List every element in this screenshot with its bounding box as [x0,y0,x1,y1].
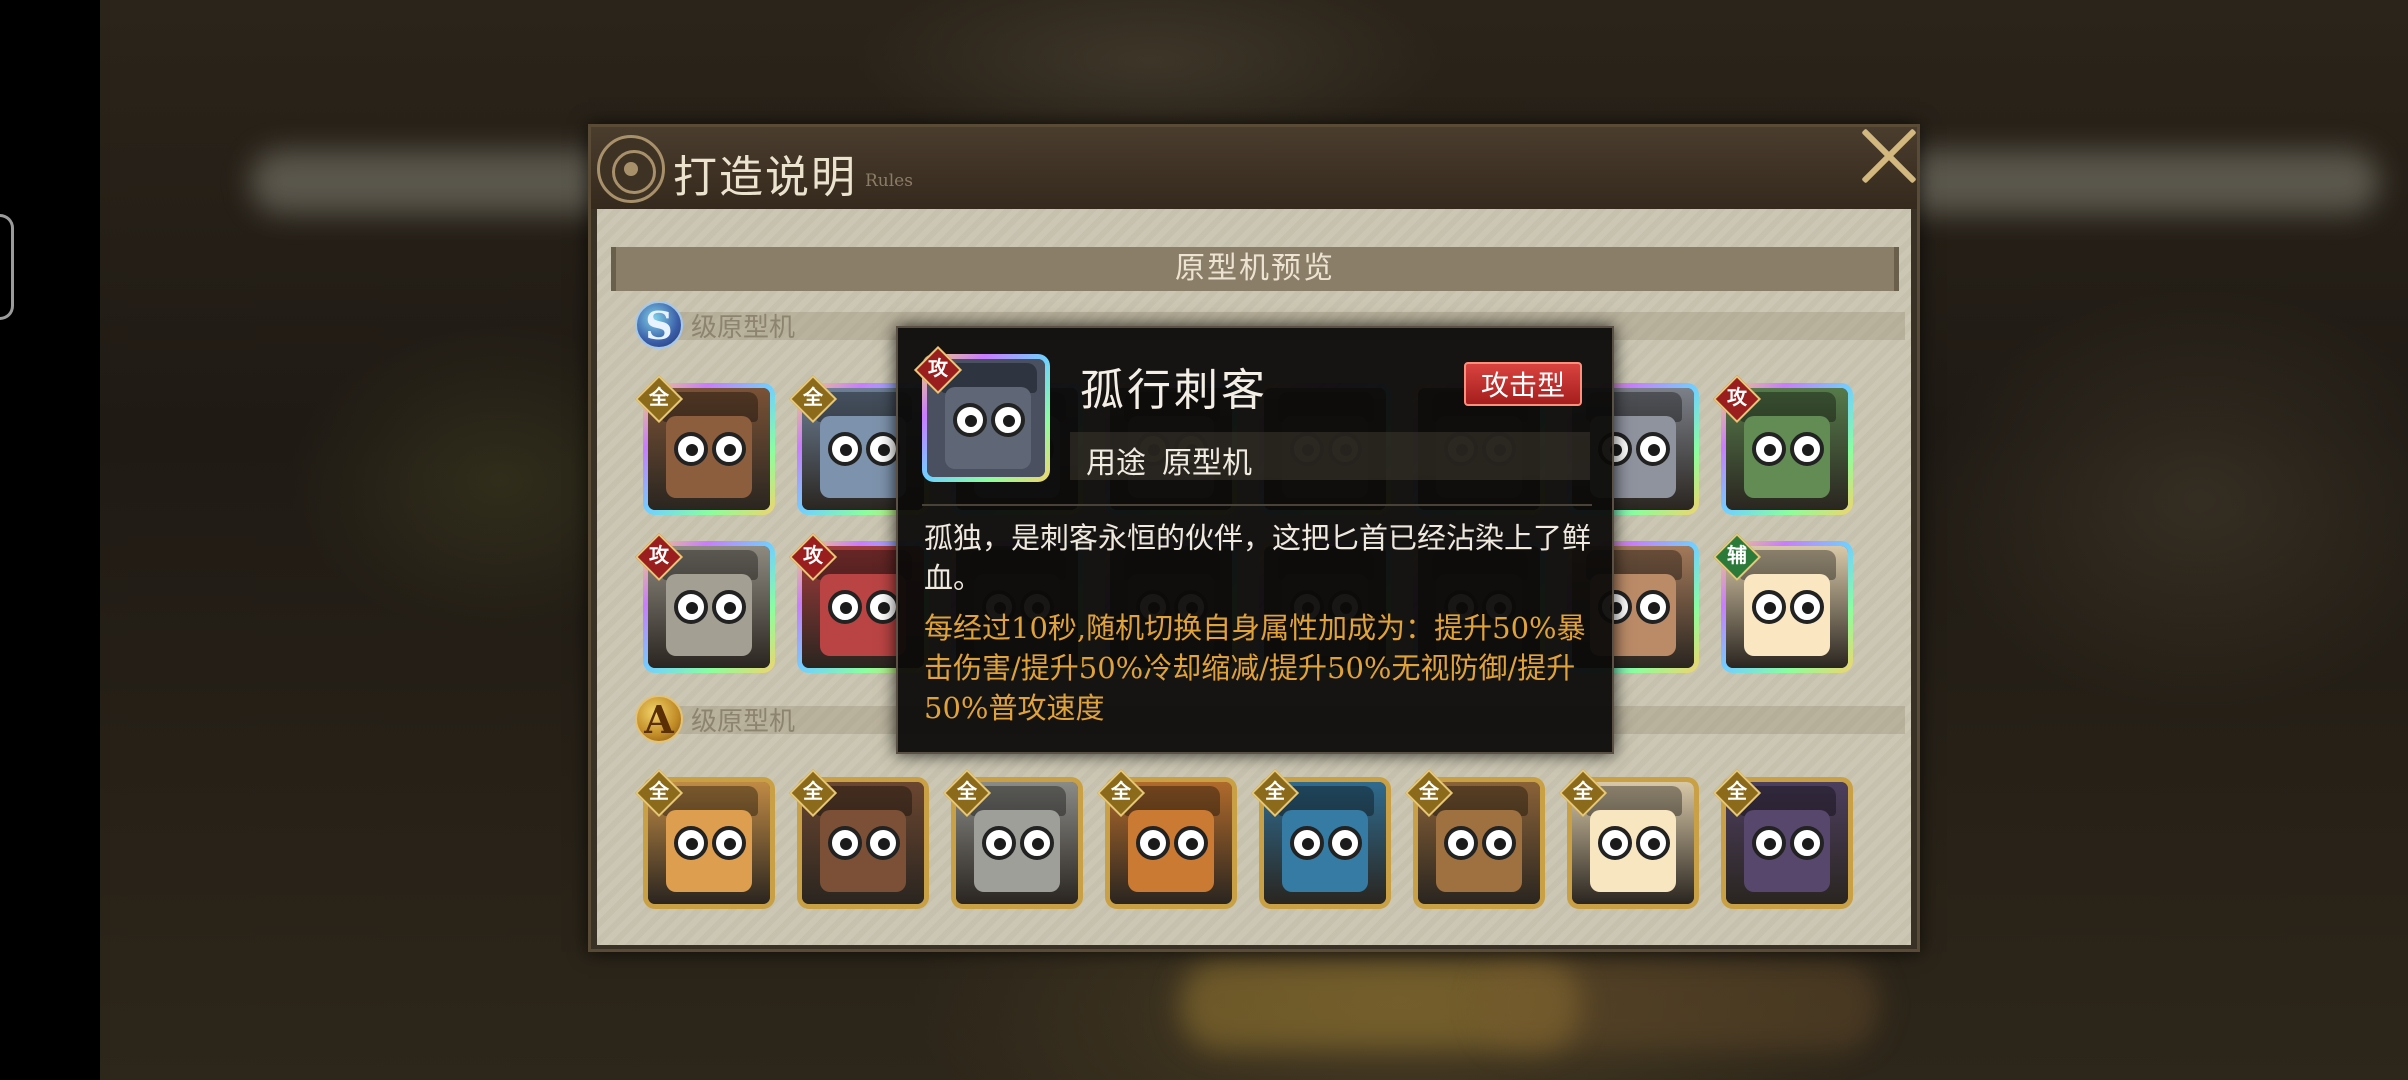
prototype-card[interactable]: 全 [942,768,1083,909]
section-title: 原型机预览 [1175,251,1335,286]
prototype-card[interactable]: 全 [1404,768,1545,909]
panel-title: 打造说明 [673,152,857,203]
card-tag-label: 全 [649,385,669,409]
grade-s-label: 级原型机 [691,313,796,343]
prototype-card[interactable]: 全 [1096,768,1237,909]
prototype-effect: 每经过10秒,随机切换自身属性加成为：提升50%暴击伤害/提升50%冷却缩减/提… [924,611,1586,725]
prototype-description: 孤独，是刺客永恒的伙伴，这把匕首已经沾染上了鲜血。 [924,521,1592,595]
grade-a-badge-icon: A [635,695,683,743]
card-tag-label: 全 [1573,779,1593,803]
divider [922,504,1592,506]
tooltip-tag-label: 攻 [928,356,948,380]
close-button[interactable] [1858,124,1920,186]
prototype-card[interactable]: 全 [1712,768,1853,909]
prototype-card[interactable]: 全 [1250,768,1391,909]
card-tag-label: 全 [803,779,823,803]
prototype-card[interactable]: 辅 [1712,532,1853,673]
card-tag-label: 全 [957,779,977,803]
card-tag-label: 攻 [803,543,823,567]
card-tag-label: 辅 [1727,543,1747,567]
usage-row: 用途 原型机 [1070,432,1590,481]
card-tag-label: 全 [649,779,669,803]
usage-value: 原型机 [1162,446,1252,481]
side-drawer-handle[interactable] [0,214,14,320]
card-tag-label: 攻 [1727,385,1747,409]
prototype-card[interactable]: 攻 [1712,374,1853,515]
prototype-name: 孤行刺客 [1080,365,1268,416]
section-header: 原型机预览 [611,247,1899,291]
prototype-card[interactable]: 全 [1558,768,1699,909]
usage-label: 用途 [1086,446,1146,481]
panel-header: 打造说明 Rules [591,127,1917,209]
prototype-card[interactable]: 全 [634,768,775,909]
card-tag-label: 全 [803,385,823,409]
prototype-card[interactable]: 全 [788,768,929,909]
card-tag-label: 全 [1265,779,1285,803]
gear-emblem-icon [597,135,665,203]
prototype-card[interactable]: 全 [634,374,775,515]
panel-subtitle: Rules [865,171,913,191]
prototype-detail-tooltip: 攻 孤行刺客 攻击型 用途 原型机 孤独，是刺客永恒的伙伴，这把匕首已经沾染上了… [896,326,1614,754]
card-tag-label: 全 [1111,779,1131,803]
left-black-bar [0,0,100,1080]
type-badge: 攻击型 [1464,362,1582,406]
card-tag-label: 全 [1727,779,1747,803]
card-tag-label: 攻 [649,543,669,567]
prototype-card[interactable]: 攻 [634,532,775,673]
grade-a-label: 级原型机 [691,707,796,737]
tooltip-prototype-card: 攻 [913,345,1050,482]
grade-s-badge-icon: S [635,301,683,349]
card-tag-label: 全 [1419,779,1439,803]
